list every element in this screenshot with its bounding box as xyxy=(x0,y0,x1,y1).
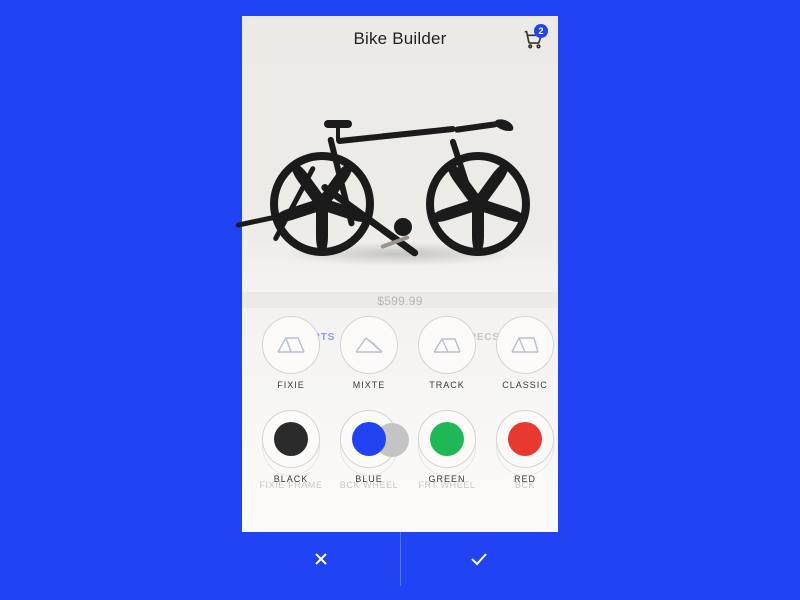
frame-track-icon xyxy=(430,334,464,356)
color-option-green[interactable]: GREEN xyxy=(408,410,486,484)
page-title: Bike Builder xyxy=(353,29,446,49)
frame-option-fixie[interactable]: FIXIE xyxy=(252,316,330,390)
swatch-green xyxy=(430,422,464,456)
price: $599.99 xyxy=(242,294,558,308)
frame-option-track[interactable]: TRACK xyxy=(408,316,486,390)
color-option-label: BLUE xyxy=(330,474,408,484)
color-option-black[interactable]: BLACK xyxy=(252,410,330,484)
frame-fixie-icon xyxy=(274,334,308,356)
frame-option-mixte[interactable]: MIXTE xyxy=(330,316,408,390)
frame-option-label: CLASSIC xyxy=(486,380,558,390)
color-option-label: BLACK xyxy=(252,474,330,484)
options-panel: PARTS SPECS FIXIE FRAME BCK WHEEL FRT WH… xyxy=(242,308,558,532)
frame-type-row[interactable]: FIXIE MIXTE TRACK CLASSIC xyxy=(242,316,558,390)
color-option-label: GREEN xyxy=(408,474,486,484)
frame-mixte-icon xyxy=(352,334,386,356)
frame-option-classic[interactable]: CLASSIC xyxy=(486,316,558,390)
close-icon xyxy=(312,550,330,568)
bike-preview xyxy=(242,62,558,292)
header: Bike Builder 2 xyxy=(242,16,558,62)
swatch-blue xyxy=(352,422,386,456)
app-screen: Bike Builder 2 xyxy=(242,16,558,586)
front-wheel-icon xyxy=(426,152,530,256)
swatch-red xyxy=(508,422,542,456)
color-option-red[interactable]: RED xyxy=(486,410,558,484)
frame-option-label: MIXTE xyxy=(330,380,408,390)
color-row[interactable]: BLACK BLUE GREEN RED xyxy=(242,410,558,484)
rear-wheel-icon xyxy=(270,152,374,256)
cancel-button[interactable] xyxy=(242,532,400,586)
confirm-button[interactable] xyxy=(400,532,559,586)
color-option-label: RED xyxy=(486,474,558,484)
bike-illustration xyxy=(270,92,530,262)
color-option-blue[interactable]: BLUE xyxy=(330,410,408,484)
check-icon xyxy=(469,551,489,567)
frame-option-label: TRACK xyxy=(408,380,486,390)
cart-button[interactable]: 2 xyxy=(522,28,544,50)
swatch-black xyxy=(274,422,308,456)
cart-badge: 2 xyxy=(534,24,548,38)
frame-classic-icon xyxy=(508,334,542,356)
action-bar xyxy=(242,532,558,586)
frame-option-label: FIXIE xyxy=(252,380,330,390)
